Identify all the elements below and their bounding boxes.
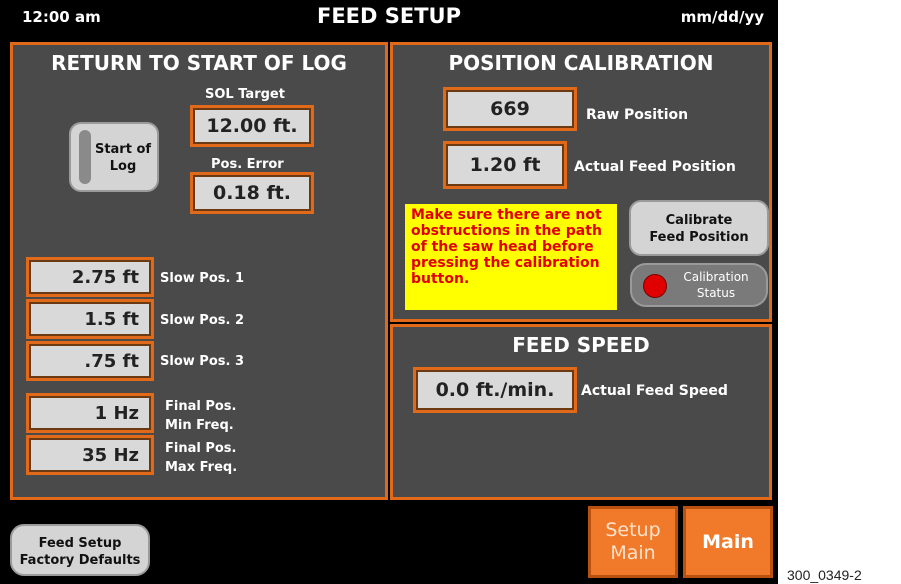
top-bar: 12:00 am FEED SETUP mm/dd/yy xyxy=(0,0,778,34)
date-display: mm/dd/yy xyxy=(680,8,764,26)
position-calibration-title: POSITION CALIBRATION xyxy=(448,51,714,75)
factory-defaults-label: Feed Setup Factory Defaults xyxy=(19,536,141,568)
setup-main-label: Setup Main xyxy=(605,519,661,564)
raw-position-field[interactable]: 669 xyxy=(443,87,577,131)
final-min-freq-field[interactable]: 1 Hz xyxy=(26,393,154,433)
slow-pos-1-label: Slow Pos. 1 xyxy=(160,271,244,286)
return-to-start-panel: RETURN TO START OF LOG Start of Log SOL … xyxy=(10,42,388,500)
raw-position-label: Raw Position xyxy=(586,107,689,123)
start-of-log-label: Start of Log xyxy=(94,142,152,174)
setup-main-button[interactable]: Setup Main xyxy=(588,506,678,578)
actual-feed-position-value: 1.20 ft xyxy=(446,144,564,186)
feed-speed-panel: FEED SPEED 0.0 ft./min. Actual Feed Spee… xyxy=(390,324,772,500)
final-max-freq-label-2: Max Freq. xyxy=(165,460,238,475)
actual-feed-speed-field[interactable]: 0.0 ft./min. xyxy=(413,367,577,413)
main-label: Main xyxy=(702,531,754,553)
raw-position-value: 669 xyxy=(446,90,574,128)
pos-error-value: 0.18 ft. xyxy=(193,175,311,211)
sol-target-value: 12.00 ft. xyxy=(193,108,311,144)
slow-pos-2-value: 1.5 ft xyxy=(29,302,151,336)
calibrate-feed-position-label: Calibrate Feed Position xyxy=(649,213,749,245)
status-light-icon xyxy=(643,274,667,298)
slow-pos-2-label: Slow Pos. 2 xyxy=(160,313,244,328)
pos-error-field[interactable]: 0.18 ft. xyxy=(190,172,314,214)
factory-defaults-button[interactable]: Feed Setup Factory Defaults xyxy=(10,524,150,576)
screen-title: FEED SETUP xyxy=(316,4,462,28)
slow-pos-2-field[interactable]: 1.5 ft xyxy=(26,299,154,339)
main-button[interactable]: Main xyxy=(683,506,773,578)
feed-speed-title: FEED SPEED xyxy=(512,333,650,357)
sol-target-label: SOL Target xyxy=(205,87,285,102)
slow-pos-3-field[interactable]: .75 ft xyxy=(26,341,154,381)
final-min-freq-value: 1 Hz xyxy=(29,396,151,430)
position-calibration-panel: POSITION CALIBRATION 669 Raw Position 1.… xyxy=(390,42,772,322)
actual-feed-position-label: Actual Feed Position xyxy=(574,159,736,175)
return-to-start-title: RETURN TO START OF LOG xyxy=(51,51,347,75)
final-max-freq-label-1: Final Pos. xyxy=(165,441,237,456)
actual-feed-speed-label: Actual Feed Speed xyxy=(581,383,728,399)
sol-target-field[interactable]: 12.00 ft. xyxy=(190,105,314,147)
actual-feed-position-field[interactable]: 1.20 ft xyxy=(443,141,567,189)
feed-setup-screen: 12:00 am FEED SETUP mm/dd/yy RETURN TO S… xyxy=(0,0,778,584)
pos-error-label: Pos. Error xyxy=(211,157,284,172)
slow-pos-1-value: 2.75 ft xyxy=(29,260,151,294)
slow-pos-3-label: Slow Pos. 3 xyxy=(160,354,244,369)
calibration-status-label: Calibration Status xyxy=(683,270,749,300)
final-max-freq-value: 35 Hz xyxy=(29,438,151,472)
actual-feed-speed-value: 0.0 ft./min. xyxy=(416,370,574,410)
start-of-log-indicator xyxy=(79,130,91,184)
final-min-freq-label-2: Min Freq. xyxy=(165,418,234,433)
final-max-freq-field[interactable]: 35 Hz xyxy=(26,435,154,475)
start-of-log-button[interactable]: Start of Log xyxy=(69,122,159,192)
calibration-status-indicator: Calibration Status xyxy=(630,263,768,307)
final-min-freq-label-1: Final Pos. xyxy=(165,399,237,414)
figure-caption: 300_0349-2 xyxy=(787,567,862,583)
slow-pos-1-field[interactable]: 2.75 ft xyxy=(26,257,154,297)
calibrate-feed-position-button[interactable]: Calibrate Feed Position xyxy=(629,200,769,256)
calibration-warning: Make sure there are not obstructions in … xyxy=(405,204,617,310)
slow-pos-3-value: .75 ft xyxy=(29,344,151,378)
